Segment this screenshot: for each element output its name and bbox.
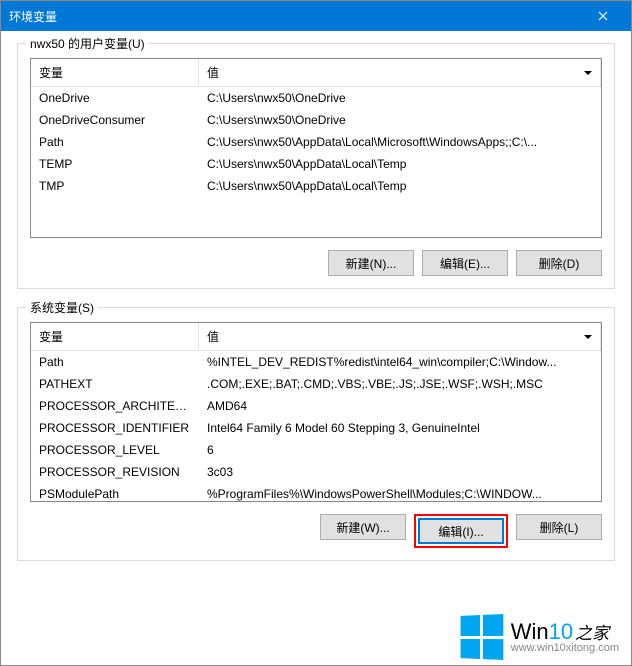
table-row[interactable]: PROCESSOR_REVISION3c03 bbox=[31, 461, 601, 483]
system-variables-group: 系统变量(S) 变量 值 Path%INTEL_DEV_REDIST%redis… bbox=[17, 307, 615, 561]
table-row[interactable]: PROCESSOR_LEVEL6 bbox=[31, 439, 601, 461]
chevron-down-icon bbox=[584, 71, 592, 75]
system-table-body: Path%INTEL_DEV_REDIST%redist\intel64_win… bbox=[31, 351, 601, 502]
edit-button[interactable]: 编辑(E)... bbox=[422, 250, 508, 276]
table-row[interactable]: PROCESSOR_IDENTIFIERIntel64 Family 6 Mod… bbox=[31, 417, 601, 439]
table-row[interactable]: PathC:\Users\nwx50\AppData\Local\Microso… bbox=[31, 131, 601, 153]
table-row[interactable]: OneDriveConsumerC:\Users\nwx50\OneDrive bbox=[31, 109, 601, 131]
table-row[interactable]: TMPC:\Users\nwx50\AppData\Local\Temp bbox=[31, 175, 601, 197]
table-row[interactable]: Path%INTEL_DEV_REDIST%redist\intel64_win… bbox=[31, 351, 601, 373]
close-icon[interactable] bbox=[583, 1, 623, 31]
table-header: 变量 值 bbox=[31, 59, 601, 87]
user-buttons: 新建(N)... 编辑(E)... 删除(D) bbox=[30, 250, 602, 276]
new-button[interactable]: 新建(N)... bbox=[328, 250, 414, 276]
system-group-label: 系统变量(S) bbox=[26, 299, 98, 316]
col-value[interactable]: 值 bbox=[199, 323, 601, 350]
user-variables-group: nwx50 的用户变量(U) 变量 值 OneDriveC:\Users\nwx… bbox=[17, 43, 615, 289]
system-table[interactable]: 变量 值 Path%INTEL_DEV_REDIST%redist\intel6… bbox=[30, 322, 602, 502]
table-row[interactable]: PSModulePath%ProgramFiles%\WindowsPowerS… bbox=[31, 483, 601, 502]
col-variable[interactable]: 变量 bbox=[31, 323, 199, 350]
user-group-label: nwx50 的用户变量(U) bbox=[26, 35, 149, 52]
chevron-down-icon bbox=[584, 335, 592, 339]
edit-button[interactable]: 编辑(I)... bbox=[418, 518, 504, 544]
system-buttons: 新建(W)... 编辑(I)... 删除(L) bbox=[30, 514, 602, 548]
window-title: 环境变量 bbox=[9, 8, 583, 25]
watermark-text: Win10之家 www.win10xitong.com bbox=[511, 620, 619, 655]
content-area: nwx50 的用户变量(U) 变量 值 OneDriveC:\Users\nwx… bbox=[1, 31, 631, 561]
col-variable[interactable]: 变量 bbox=[31, 59, 199, 86]
watermark: Win10之家 www.win10xitong.com bbox=[459, 615, 619, 659]
user-table-body: OneDriveC:\Users\nwx50\OneDrive OneDrive… bbox=[31, 87, 601, 197]
col-value[interactable]: 值 bbox=[199, 59, 601, 86]
table-row[interactable]: PATHEXT.COM;.EXE;.BAT;.CMD;.VBS;.VBE;.JS… bbox=[31, 373, 601, 395]
table-header: 变量 值 bbox=[31, 323, 601, 351]
table-row[interactable]: TEMPC:\Users\nwx50\AppData\Local\Temp bbox=[31, 153, 601, 175]
delete-button[interactable]: 删除(D) bbox=[516, 250, 602, 276]
delete-button[interactable]: 删除(L) bbox=[516, 514, 602, 540]
table-row[interactable]: PROCESSOR_ARCHITECT...AMD64 bbox=[31, 395, 601, 417]
new-button[interactable]: 新建(W)... bbox=[320, 514, 406, 540]
table-row[interactable]: OneDriveC:\Users\nwx50\OneDrive bbox=[31, 87, 601, 109]
highlight-annotation: 编辑(I)... bbox=[414, 514, 508, 548]
windows-logo-icon bbox=[460, 614, 503, 660]
user-table[interactable]: 变量 值 OneDriveC:\Users\nwx50\OneDrive One… bbox=[30, 58, 602, 238]
titlebar: 环境变量 bbox=[1, 1, 631, 31]
